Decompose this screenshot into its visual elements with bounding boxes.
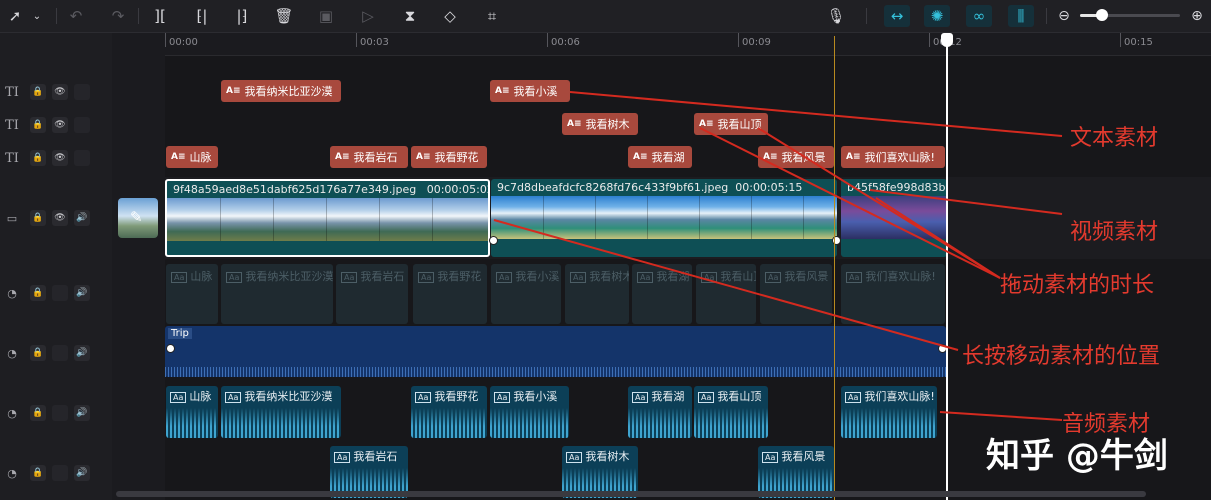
annotation-text-material: 文本素材 (1070, 126, 1159, 151)
annotation-drag-duration: 拖动素材的时长 (1000, 273, 1155, 298)
arrow-line (939, 411, 1063, 421)
annotation-arrows (493, 91, 1063, 421)
annotation-video-material: 视频素材 (1070, 220, 1159, 245)
watermark: 知乎 @牛剑 (986, 436, 1168, 476)
arrow-line (569, 91, 1063, 137)
arrow-line (875, 197, 1001, 279)
arrow-line (699, 127, 1001, 279)
annotation-long-press-move: 长按移动素材的位置 (962, 344, 1161, 369)
arrow-line (493, 219, 959, 351)
arrow-line (869, 189, 1063, 215)
